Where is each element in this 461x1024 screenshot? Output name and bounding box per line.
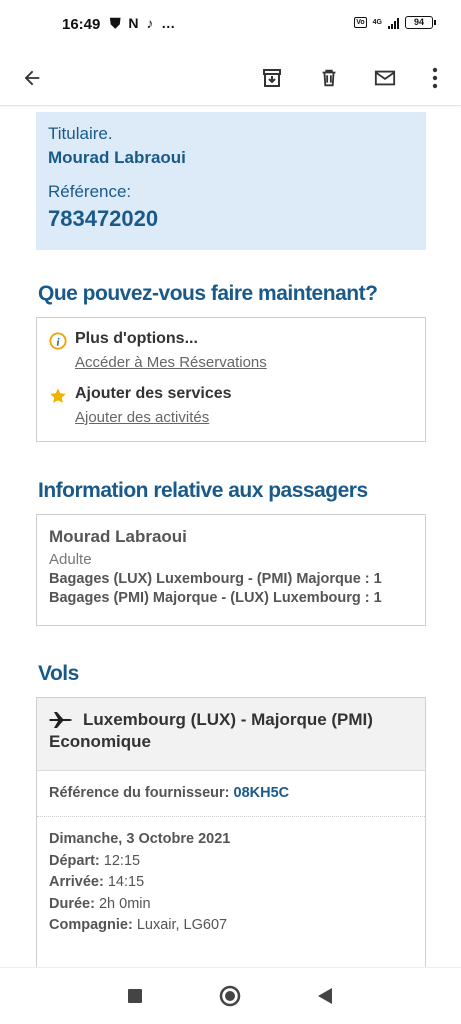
flight-card: Luxembourg (LUX) - Majorque (PMI) Econom…: [36, 697, 426, 967]
passenger-type: Adulte: [49, 551, 92, 568]
status-bar: 16:49 ⛊ N ♪ … Vo 4G 94: [0, 0, 461, 50]
battery-icon: 94: [405, 16, 436, 29]
volte-icon: Vo: [354, 17, 367, 28]
my-reservations-link[interactable]: Accéder à Mes Réservations: [75, 354, 267, 371]
flight-route: Luxembourg (LUX) - Majorque (PMI): [83, 710, 373, 729]
recents-button[interactable]: [123, 984, 147, 1008]
baggage-outbound: Bagages (LUX) Luxembourg - (PMI) Majorqu…: [49, 571, 382, 587]
system-nav-bar: [0, 967, 461, 1024]
circle-icon: [219, 985, 241, 1007]
status-time: 16:49: [62, 16, 101, 33]
signal-icon: [388, 17, 399, 29]
flight-date: Dimanche, 3 Octobre 2021: [49, 831, 231, 847]
depart-label: Départ:: [49, 852, 100, 869]
company-value: Luxair, LG607: [136, 917, 228, 933]
arrive-label: Arrivée:: [49, 874, 104, 890]
flights-section-title: Vols: [38, 662, 79, 685]
supplier-code: 08KH5C: [233, 785, 290, 801]
company-label: Compagnie:: [49, 917, 133, 933]
back-nav-button[interactable]: [313, 984, 337, 1008]
app-bar: [0, 50, 461, 106]
reference-value: 783472020: [48, 206, 159, 231]
status-right-icons: Vo 4G 94: [354, 16, 436, 29]
options-section-title: Que pouvez-vous faire maintenant?: [38, 282, 378, 305]
back-arrow-icon: [24, 70, 40, 86]
option-services: Ajouter des services Ajouter des activit…: [49, 385, 413, 426]
mail-icon: [374, 70, 396, 86]
mark-unread-button[interactable]: [365, 58, 405, 98]
trash-icon: [322, 69, 336, 87]
options-box: i Plus d'options... Accéder à Mes Réserv…: [36, 317, 426, 442]
home-button[interactable]: [218, 984, 242, 1008]
airplane-icon: [49, 712, 72, 728]
option-services-title: Ajouter des services: [75, 385, 232, 402]
archive-button[interactable]: [252, 58, 292, 98]
square-icon: [128, 989, 142, 1003]
passenger-name: Mourad Labraoui: [49, 527, 187, 546]
supplier-reference: Référence du fournisseur: 08KH5C: [37, 771, 425, 817]
baggage-return: Bagages (PMI) Majorque - (LUX) Luxembour…: [49, 590, 382, 606]
supplier-label: Référence du fournisseur:: [49, 785, 230, 801]
info-icon: i: [49, 332, 67, 350]
arrive-time: 14:15: [107, 874, 145, 890]
star-icon: [50, 388, 66, 403]
more-options-button[interactable]: [415, 58, 455, 98]
email-body[interactable]: Titulaire. Mourad Labraoui Référence: 78…: [0, 107, 461, 967]
passenger-box: Mourad Labraoui Adulte Bagages (LUX) Lux…: [36, 514, 426, 626]
add-activities-link[interactable]: Ajouter des activités: [75, 409, 232, 426]
flight-class: Economique: [49, 732, 152, 751]
status-notification-icons: ⛊ N ♪ …: [110, 15, 178, 31]
duration-label: Durée:: [49, 895, 95, 912]
duration-value: 2h 0min: [98, 895, 151, 912]
passengers-section-title: Information relative aux passagers: [38, 479, 368, 502]
reference-label: Référence:: [48, 182, 132, 201]
network-label: 4G: [372, 19, 382, 26]
archive-icon: [263, 69, 281, 87]
holder-box: Titulaire. Mourad Labraoui Référence: 78…: [36, 112, 426, 250]
delete-button[interactable]: [309, 58, 349, 98]
flight-header: Luxembourg (LUX) - Majorque (PMI) Econom…: [37, 698, 425, 771]
triangle-back-icon: [318, 988, 332, 1004]
back-button[interactable]: [12, 58, 52, 98]
option-more: i Plus d'options... Accéder à Mes Réserv…: [49, 330, 413, 371]
holder-name: Mourad Labraoui: [48, 148, 186, 167]
svg-text:i: i: [57, 337, 60, 349]
depart-time: 12:15: [103, 852, 141, 869]
option-more-title: Plus d'options...: [75, 330, 198, 347]
more-vert-icon: [432, 67, 438, 89]
holder-label: Titulaire.: [48, 124, 113, 143]
flight-details: Dimanche, 3 Octobre 2021 Départ: 12:15 A…: [37, 817, 425, 949]
